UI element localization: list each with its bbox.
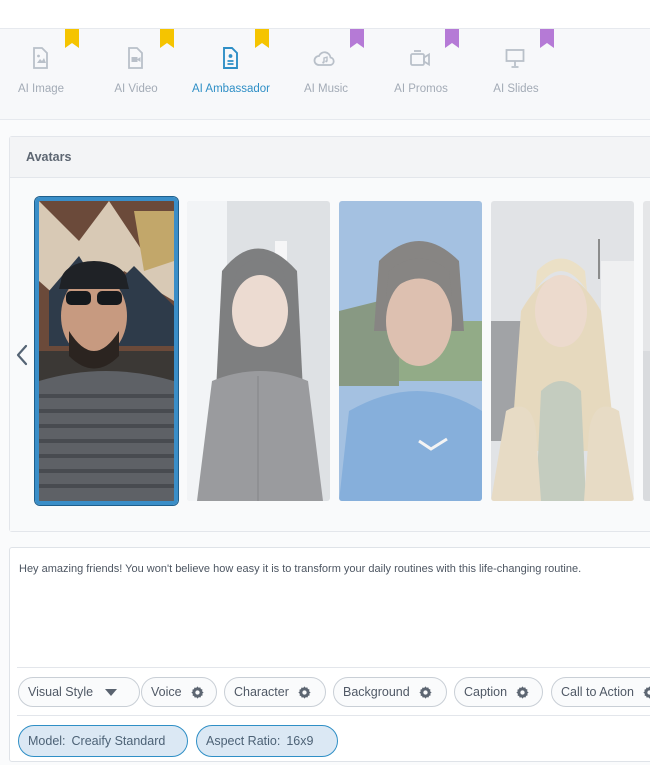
premium-bookmark-icon (445, 29, 459, 48)
aspect-ratio-selector[interactable]: Aspect Ratio: 16x9 (196, 725, 338, 757)
chip-label: Call to Action (561, 685, 634, 699)
model-key: Model: (28, 734, 66, 748)
aspect-ratio-value: 16x9 (286, 734, 314, 748)
image-file-icon (27, 45, 53, 71)
visual-style-dropdown[interactable]: Visual Style (18, 677, 140, 707)
caption-button[interactable]: Caption (454, 677, 543, 707)
premium-bookmark-icon (255, 29, 269, 48)
video-camera-icon (407, 45, 433, 71)
background-button[interactable]: Background (333, 677, 447, 707)
script-editor[interactable]: Hey amazing friends! You won't believe h… (9, 547, 650, 762)
premium-bookmark-icon (160, 29, 174, 48)
chevron-left-icon[interactable] (13, 343, 31, 367)
tab-label: AI Promos (394, 83, 448, 95)
chip-label: Caption (464, 685, 508, 699)
premium-bookmark-icon (65, 29, 79, 48)
tab-label: AI Image (17, 83, 65, 95)
script-textarea[interactable]: Hey amazing friends! You won't believe h… (19, 563, 650, 575)
avatar-card-selected[interactable] (35, 197, 178, 505)
model-selector[interactable]: Model: Creaify Standard (18, 725, 188, 757)
gear-icon (642, 685, 650, 700)
avatar-card[interactable] (339, 201, 482, 501)
avatar-card[interactable] (643, 201, 650, 501)
top-bar (0, 0, 650, 29)
caret-down-icon (105, 688, 118, 696)
tool-tabs: AI Image AI Video AI Ambassador AI Music… (0, 29, 650, 120)
character-button[interactable]: Character (224, 677, 326, 707)
divider (17, 667, 650, 668)
cloud-music-icon (312, 45, 338, 71)
chip-label: Visual Style (28, 685, 94, 699)
gear-icon (515, 685, 530, 700)
avatars-panel-header: Avatars (10, 137, 650, 178)
gear-icon (418, 685, 433, 700)
voice-button[interactable]: Voice (141, 677, 217, 707)
avatars-panel-title: Avatars (26, 150, 72, 164)
chip-label: Voice (151, 685, 182, 699)
avatars-panel: Avatars (9, 136, 650, 532)
avatar-card[interactable] (187, 201, 330, 501)
document-person-icon (217, 45, 243, 71)
call-to-action-button[interactable]: Call to Action (551, 677, 650, 707)
aspect-ratio-key: Aspect Ratio: (206, 734, 281, 748)
avatar-card[interactable] (491, 201, 634, 501)
presentation-icon (502, 45, 528, 71)
model-value: Creaify Standard (71, 734, 166, 748)
tab-label: AI Slides (493, 83, 539, 95)
premium-bookmark-icon (350, 29, 364, 48)
chip-label: Character (234, 685, 289, 699)
chip-label: Background (343, 685, 410, 699)
gear-icon (297, 685, 312, 700)
premium-bookmark-icon (540, 29, 554, 48)
video-file-icon (122, 45, 148, 71)
tab-label: AI Music (303, 83, 349, 95)
gear-icon (190, 685, 205, 700)
divider (17, 715, 650, 716)
tab-label: AI Video (114, 83, 158, 95)
tab-label: AI Ambassador (192, 83, 270, 95)
